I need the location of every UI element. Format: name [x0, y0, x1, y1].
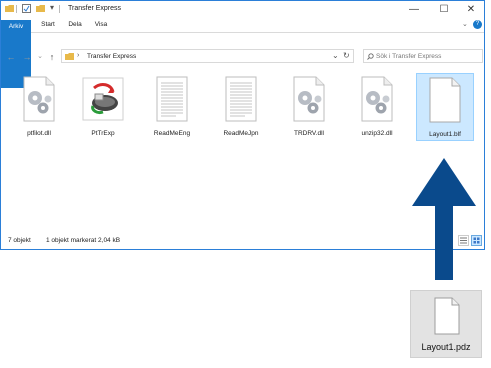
file-name: TRDRV.dll — [294, 130, 324, 137]
maximize-button[interactable]: ☐ — [430, 1, 458, 18]
dragged-file-name: Layout1.pdz — [421, 342, 471, 352]
text-document-icon — [156, 76, 188, 122]
search-placeholder: Sök i Transfer Express — [376, 53, 442, 60]
file-name: ptfilot.dll — [27, 130, 51, 137]
new-folder-icon[interactable] — [36, 4, 45, 13]
breadcrumb-separator: › — [77, 52, 80, 59]
dragged-file[interactable]: Layout1.pdz — [410, 290, 482, 358]
file-name: PtTrExp — [91, 130, 115, 137]
breadcrumb[interactable]: Transfer Express — [87, 53, 136, 60]
item-count: 7 objekt — [8, 237, 31, 244]
search-icon — [367, 53, 374, 60]
folder-icon — [5, 5, 14, 12]
up-arrow-icon[interactable]: ↑ — [46, 51, 58, 63]
file-name: ReadMeJpn — [223, 130, 259, 137]
gears-file-icon — [293, 76, 325, 122]
blank-file-icon — [429, 77, 461, 123]
customize-quick-access-icon[interactable]: ▾ — [50, 3, 54, 12]
file-item[interactable]: PtTrExp — [74, 73, 132, 141]
refresh-icon[interactable]: ↻ — [343, 51, 350, 60]
search-input[interactable]: Sök i Transfer Express — [363, 49, 483, 63]
file-item[interactable]: ReadMeEng — [143, 73, 201, 141]
file-item[interactable]: ReadMeJpn — [212, 73, 270, 141]
forward-arrow-icon[interactable]: → — [21, 51, 33, 63]
folder-icon — [65, 53, 74, 60]
window-title: Transfer Express — [68, 5, 122, 12]
close-button[interactable]: ✕ — [457, 1, 484, 18]
tab-dela[interactable]: Dela — [63, 18, 87, 32]
selection-info: 1 objekt markerat 2,04 kB — [46, 237, 121, 244]
separator-icon — [16, 5, 17, 13]
gears-file-icon — [361, 76, 393, 122]
text-document-icon — [225, 76, 257, 122]
gears-file-icon — [23, 76, 55, 122]
file-name: ReadMeEng — [153, 130, 191, 137]
properties-icon[interactable] — [22, 4, 31, 13]
address-row: ← → ⌄ ↑ › Transfer Express ⌄ ↻ Sök i Tra… — [1, 49, 484, 65]
file-name: unzip32.dll — [361, 130, 393, 137]
blank-file-icon — [434, 297, 460, 335]
expand-ribbon-icon[interactable]: ⌄ — [462, 20, 468, 28]
transfer-app-icon — [82, 77, 124, 121]
tab-start[interactable]: Start — [35, 18, 61, 32]
file-item[interactable]: ptfilot.dll — [10, 73, 68, 141]
tab-visa[interactable]: Visa — [89, 18, 113, 32]
minimize-button[interactable]: — — [400, 1, 428, 18]
help-icon[interactable]: ? — [473, 20, 482, 29]
file-item-selected[interactable]: Layout1.blf — [416, 73, 474, 141]
back-arrow-icon[interactable]: ← — [5, 51, 17, 63]
arrow-up-icon — [412, 158, 476, 280]
title-bar: ▾ Transfer Express — ☐ ✕ — [1, 1, 484, 18]
ribbon-tabs: Arkiv Start Dela Visa ⌄ ? — [1, 18, 484, 88]
file-name: Layout1.blf — [429, 131, 461, 138]
file-item[interactable]: unzip32.dll — [348, 73, 406, 141]
separator-icon — [59, 5, 60, 13]
address-dropdown-icon[interactable]: ⌄ — [332, 51, 339, 60]
file-item[interactable]: TRDRV.dll — [280, 73, 338, 141]
recent-locations-icon[interactable]: ⌄ — [34, 51, 46, 63]
address-bar[interactable]: › Transfer Express ⌄ ↻ — [61, 49, 354, 63]
